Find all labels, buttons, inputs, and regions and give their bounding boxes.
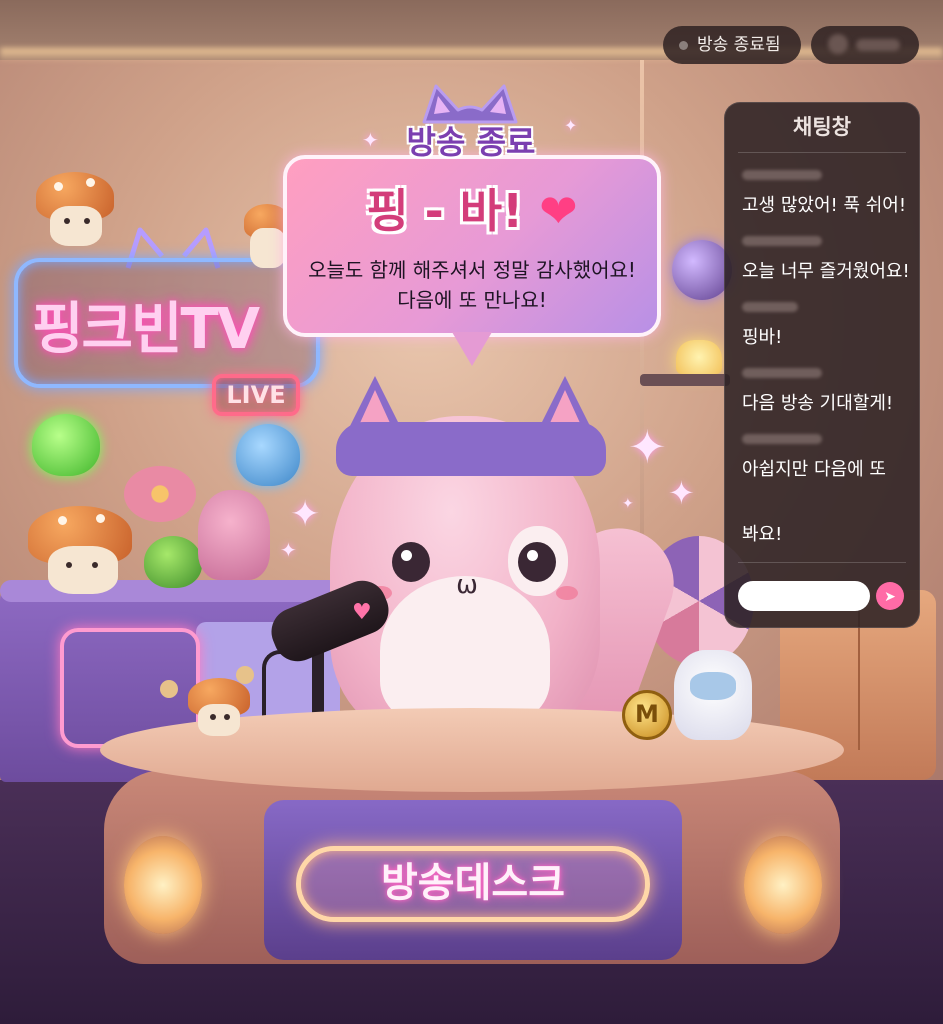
sparkle-decor: ✦ (290, 494, 321, 535)
chat-username-blurred (742, 170, 822, 180)
desk-left-light (124, 836, 202, 934)
status-dot-icon (679, 41, 688, 50)
ceiling-light-strip (0, 48, 943, 62)
pink-creature-figure (198, 490, 270, 580)
chat-message: 핑바! (742, 327, 783, 348)
chat-username-blurred (742, 236, 822, 246)
lamp-decor (676, 340, 722, 374)
character-right-cheek (556, 586, 578, 600)
cabinet-door-line (858, 610, 860, 750)
bubble-title: 핑 - 바! ❤ (283, 176, 661, 246)
chat-input-divider (738, 562, 906, 563)
sparkle-decor: ✦ (280, 538, 297, 562)
blue-slime-neon (236, 424, 300, 486)
bubble-message-line1: 오늘도 함께 해주셔서 정말 감사했어요! (308, 258, 636, 282)
chat-input[interactable] (738, 581, 870, 611)
bubble-header: 방송 종료 (406, 123, 536, 161)
user-name-blurred (856, 39, 900, 51)
broadcast-status-badge: 방송 종료됨 (663, 26, 801, 64)
mic-heart-icon: ♥ (352, 600, 372, 625)
chat-panel (724, 102, 920, 628)
meso-coin: M (622, 690, 672, 740)
neon-sign-title: 핑크빈TV (32, 297, 260, 362)
character-mouth: ω (456, 570, 478, 600)
drawer-knob (160, 680, 178, 698)
neon-live-badge: LIVE (212, 374, 300, 416)
chat-message: 고생 많았어! 푹 쉬어! (742, 195, 907, 216)
chat-panel-title: 채팅창 (793, 115, 851, 139)
bubble-message-line2: 다음에 또 만나요! (397, 288, 547, 312)
pinkbean-character: ω (330, 376, 690, 736)
user-avatar-icon (828, 34, 848, 54)
status-label: 방송 종료됨 (697, 35, 781, 55)
green-slime-figure (144, 536, 202, 588)
drawer-knob (236, 666, 254, 684)
chat-message: 아쉽지만 다음에 또 (742, 459, 886, 480)
heart-icon: ❤ (539, 184, 578, 238)
chat-title-divider (738, 152, 906, 153)
character-left-eye (392, 542, 430, 582)
chat-username-blurred (742, 368, 822, 378)
desk-right-light (744, 836, 822, 934)
cat-headband (336, 422, 606, 476)
chat-username-blurred (742, 302, 798, 312)
desk-neon-sign: 방송데스크 (296, 846, 650, 922)
send-arrow-icon: ➤ (884, 588, 896, 604)
bubble-title-text: 핑 - 바! (366, 184, 524, 238)
chat-message: 다음 방송 기대할게! (742, 393, 894, 414)
flower-decor (124, 466, 196, 522)
chat-send-button[interactable]: ➤ (876, 582, 904, 610)
character-right-eye (518, 542, 556, 582)
chat-username-blurred (742, 434, 822, 444)
crystal-orb-decor (672, 240, 732, 300)
green-slime-neon (32, 414, 100, 476)
chat-message-continued: 봐요! (742, 524, 783, 545)
chat-message: 오늘 너무 즐거웠어요! (742, 261, 910, 282)
sparkle-decor: ✦ (668, 474, 695, 512)
yeti-face (690, 672, 736, 700)
